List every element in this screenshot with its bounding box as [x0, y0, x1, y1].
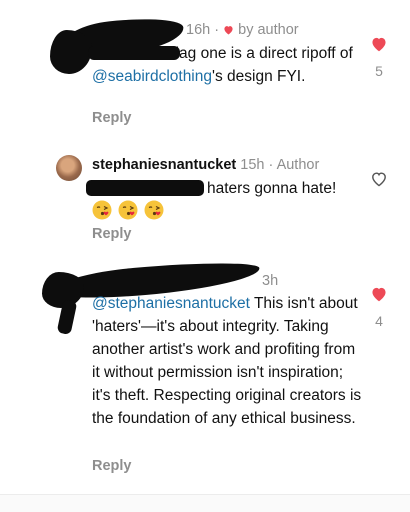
- comment-2-time: 15h: [240, 157, 265, 173]
- comment-3-text: @stephaniesnantucket This isn't about 'h…: [92, 292, 364, 430]
- like-count-3: 4: [375, 313, 383, 329]
- heart-filled-icon: [372, 37, 386, 52]
- redacted-mention-scribble: [86, 180, 204, 196]
- author-badge: · Author: [268, 157, 320, 173]
- avatar[interactable]: [56, 155, 82, 181]
- username[interactable]: stephaniesnantucket: [92, 157, 236, 173]
- mention-link[interactable]: @seabirdclothing: [92, 68, 212, 85]
- comment-3-body: This isn't about 'haters'—it's about int…: [92, 295, 362, 427]
- comment-2-header: stephaniesnantucket 15h · Author: [92, 157, 319, 173]
- liked-by-author-dot: ·: [214, 22, 224, 38]
- reply-button-1[interactable]: Reply: [92, 110, 132, 126]
- like-count-1: 5: [375, 63, 383, 79]
- comment-1-time: 16h: [186, 22, 211, 38]
- comment-1-body-end: 's design FYI.: [212, 68, 306, 85]
- mention-link[interactable]: @stephaniesnantucket: [92, 295, 250, 312]
- bottom-bar: [0, 495, 410, 512]
- comment-2-text: haters gonna hate!: [207, 180, 337, 197]
- emoji-row: [92, 200, 164, 220]
- kissing-face-icon: [92, 200, 112, 220]
- heart-outline-icon: [372, 172, 386, 187]
- redacted-text-scribble: [88, 46, 180, 60]
- kissing-face-icon: [118, 200, 138, 220]
- kissing-face-icon: [144, 200, 164, 220]
- like-button-1[interactable]: [370, 36, 388, 57]
- redacted-avatar-scribble: [50, 30, 92, 74]
- like-button-3[interactable]: [370, 286, 388, 307]
- liked-by-author-label: by author: [238, 22, 299, 38]
- heart-filled-icon: [372, 287, 386, 302]
- comment-1-meta: 16h · by author: [186, 22, 299, 38]
- reply-button-3[interactable]: Reply: [92, 458, 132, 474]
- like-button-2[interactable]: [370, 171, 388, 192]
- small-heart-icon: [224, 26, 233, 35]
- comment-3-time: 3h: [262, 273, 279, 289]
- reply-button-2[interactable]: Reply: [92, 226, 132, 242]
